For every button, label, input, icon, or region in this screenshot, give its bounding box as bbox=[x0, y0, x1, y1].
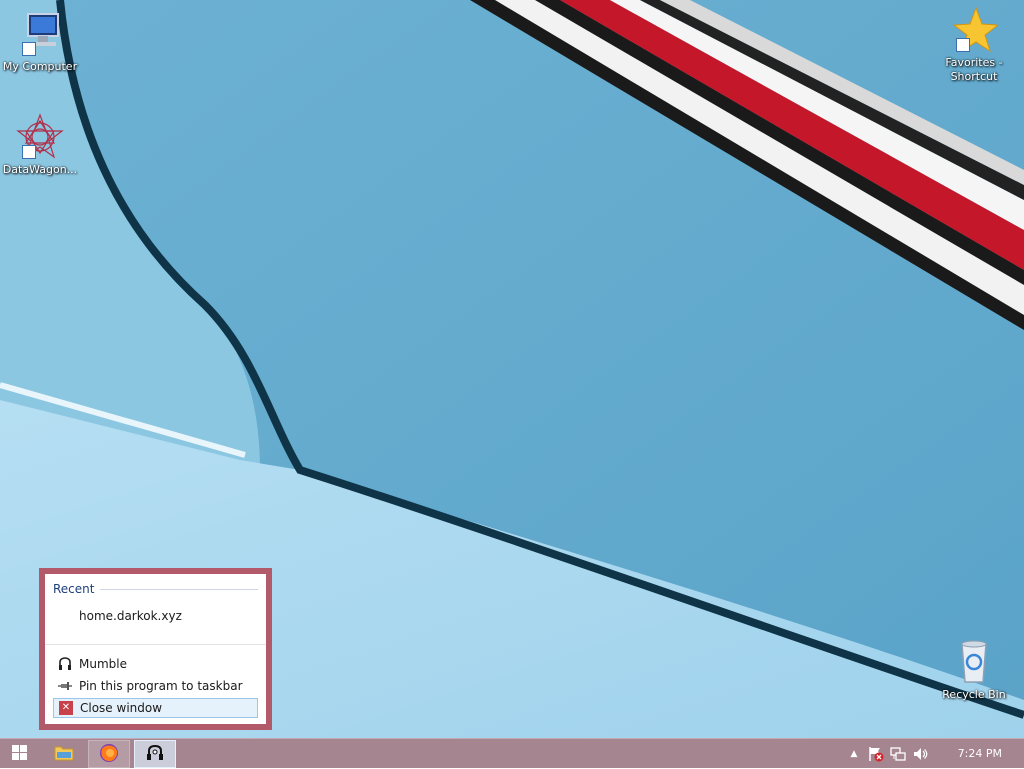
taskbar-mumble[interactable] bbox=[134, 740, 176, 768]
recent-item-home-darkok[interactable]: home.darkok.xyz bbox=[53, 606, 258, 626]
task-pin-to-taskbar[interactable]: Pin this program to taskbar bbox=[53, 676, 258, 696]
task-open-mumble[interactable]: Mumble bbox=[53, 654, 258, 674]
recycle-bin-icon bbox=[950, 638, 998, 686]
show-hidden-icons-chevron[interactable]: ▲ bbox=[846, 746, 862, 762]
task-label: Close window bbox=[80, 701, 163, 715]
desktop-icon-label: My Computer bbox=[2, 60, 78, 73]
close-icon: ✕ bbox=[58, 700, 74, 716]
network-icon[interactable] bbox=[890, 746, 906, 762]
pin-icon bbox=[57, 678, 73, 694]
task-close-window[interactable]: ✕ Close window bbox=[53, 698, 258, 718]
mumble-icon bbox=[146, 744, 164, 765]
shortcut-arrow-icon bbox=[22, 145, 36, 159]
recent-item-label: home.darkok.xyz bbox=[79, 609, 182, 623]
volume-icon[interactable] bbox=[912, 746, 928, 762]
taskbar-clock[interactable]: 7:24 PM bbox=[958, 739, 1002, 769]
start-button[interactable] bbox=[0, 740, 38, 768]
recent-header-label: Recent bbox=[53, 582, 95, 596]
jump-list-recent-header: Recent bbox=[53, 582, 258, 596]
task-label: Mumble bbox=[79, 657, 127, 671]
desktop-icon-label: Recycle Bin bbox=[942, 688, 1006, 701]
jump-list-divider bbox=[45, 644, 266, 645]
firefox-icon bbox=[99, 743, 119, 766]
taskbar-firefox[interactable] bbox=[88, 740, 130, 768]
mumble-jump-list: Recent home.darkok.xyz Mumble Pin this p… bbox=[39, 568, 272, 730]
desktop-icon-label: Favorites - Shortcut bbox=[945, 56, 1003, 83]
task-label: Pin this program to taskbar bbox=[79, 679, 243, 693]
shortcut-arrow-icon bbox=[956, 38, 970, 52]
system-tray: ▲ 7:24 PM bbox=[844, 739, 1024, 769]
recent-item-icon bbox=[57, 608, 73, 624]
action-center-flag-icon[interactable] bbox=[868, 746, 884, 762]
desktop-icon-datawagon[interactable]: DataWagon... bbox=[0, 113, 80, 177]
taskbar: ▲ 7:24 PM bbox=[0, 738, 1024, 768]
datawagon-icon bbox=[16, 113, 64, 161]
desktop-icon-recycle-bin[interactable]: Recycle Bin bbox=[934, 638, 1014, 702]
desktop: My Computer DataWagon... Favorites - Sho… bbox=[0, 0, 1024, 738]
windows-start-icon bbox=[11, 745, 27, 763]
desktop-icon-my-computer[interactable]: My Computer bbox=[0, 10, 80, 74]
desktop-icon-favorites-shortcut[interactable]: Favorites - Shortcut bbox=[934, 6, 1014, 84]
star-icon bbox=[950, 6, 1000, 54]
desktop-icon-label: DataWagon... bbox=[2, 163, 78, 176]
jump-list-panel: Recent home.darkok.xyz Mumble Pin this p… bbox=[45, 574, 266, 724]
file-explorer-icon bbox=[54, 744, 74, 765]
mumble-icon bbox=[57, 656, 73, 672]
header-divider bbox=[100, 588, 258, 590]
taskbar-file-explorer[interactable] bbox=[44, 740, 84, 768]
computer-icon bbox=[16, 10, 64, 58]
shortcut-arrow-icon bbox=[22, 42, 36, 56]
